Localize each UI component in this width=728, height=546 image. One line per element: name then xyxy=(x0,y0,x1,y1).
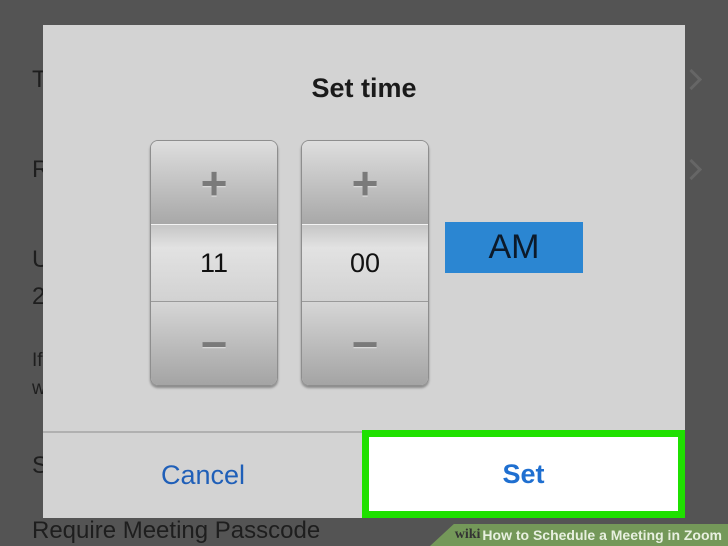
dialog-title: Set time xyxy=(311,73,417,103)
minute-increment-button[interactable]: + xyxy=(302,141,428,225)
hour-value[interactable]: 11 xyxy=(151,225,277,302)
plus-icon: + xyxy=(200,156,228,209)
hour-decrement-button[interactable]: − xyxy=(151,302,277,385)
set-time-dialog: Set time + 11 − + 00 − AM Cancel Set xyxy=(43,25,685,518)
watermark-brand: wiki xyxy=(454,527,481,542)
hour-increment-button[interactable]: + xyxy=(151,141,277,225)
minus-icon: − xyxy=(351,317,379,370)
bg-require-passcode: Require Meeting Passcode xyxy=(32,517,321,544)
watermark: wiki How to Schedule a Meeting in Zoom xyxy=(430,524,728,546)
set-button[interactable]: Set xyxy=(362,430,685,518)
plus-icon: + xyxy=(351,156,379,209)
cancel-button[interactable]: Cancel xyxy=(43,433,363,518)
bg-label: If xyxy=(32,350,43,371)
am-pm-toggle[interactable]: AM xyxy=(445,222,583,273)
hour-picker: + 11 − xyxy=(150,140,278,386)
minute-picker: + 00 − xyxy=(301,140,429,386)
minus-icon: − xyxy=(200,317,228,370)
minute-decrement-button[interactable]: − xyxy=(302,302,428,385)
minute-value[interactable]: 00 xyxy=(302,225,428,302)
watermark-text: How to Schedule a Meeting in Zoom xyxy=(482,527,722,543)
